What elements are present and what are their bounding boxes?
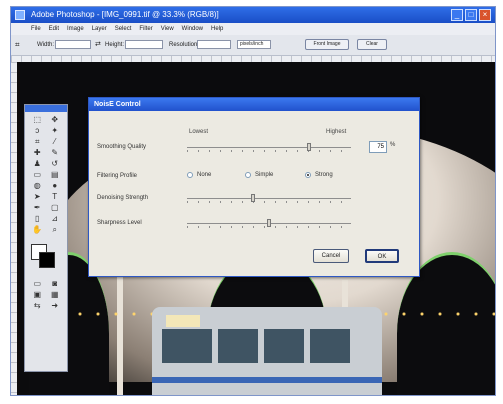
menu-view[interactable]: View	[161, 23, 174, 35]
shape-tool-icon[interactable]: ▢	[47, 203, 64, 213]
radio-indicator	[245, 172, 251, 178]
scale-low-label: Lowest	[189, 129, 209, 135]
tram-headlight	[166, 315, 200, 327]
radio-indicator	[187, 172, 193, 178]
history-brush-icon[interactable]: ↺	[47, 159, 64, 169]
blur-tool-icon[interactable]: ◍	[29, 181, 46, 191]
menu-layer[interactable]: Layer	[92, 23, 107, 35]
jump-to-imageready-icon[interactable]: ⇆	[29, 301, 46, 311]
sharpness-slider-thumb[interactable]	[267, 219, 271, 227]
denoising-slider-thumb[interactable]	[251, 194, 255, 202]
color-swatches[interactable]	[29, 242, 63, 272]
width-field[interactable]	[55, 40, 91, 49]
tram-image	[152, 307, 382, 395]
healing-brush-icon[interactable]: ✚	[29, 148, 46, 158]
cancel-button[interactable]: Cancel	[313, 249, 349, 263]
swap-icon[interactable]: ⇄	[95, 35, 101, 55]
eraser-tool-icon[interactable]: ▭	[29, 170, 46, 180]
resolution-field[interactable]	[197, 40, 231, 49]
quickmask-mode-icon[interactable]: ◙	[47, 279, 64, 289]
close-button[interactable]: ×	[479, 9, 491, 21]
percent-label: %	[390, 142, 396, 148]
menu-help[interactable]: Help	[211, 23, 223, 35]
pen-tool-icon[interactable]: ✒	[29, 203, 46, 213]
fullscreen-mode-icon[interactable]: ▦	[47, 290, 64, 300]
canopy-pillar	[117, 275, 123, 395]
tools-palette: ⬚ ✥ ↄ ✦ ⌗ ⁄ ✚ ✎ ♟ ↺ ▭ ▤ ◍ ● ➤ T ✒ ▢ ▯ ⊿ …	[24, 104, 68, 372]
smoothing-slider-thumb[interactable]	[307, 143, 311, 151]
eyedropper-icon[interactable]: ⊿	[47, 214, 64, 224]
gradient-tool-icon[interactable]: ▤	[47, 170, 64, 180]
mode-buttons: ▭ ◙ ▣ ▦ ⇆ ➜	[25, 276, 67, 314]
crop-tool-icon[interactable]: ⌗	[15, 35, 20, 55]
type-tool-icon[interactable]: T	[47, 192, 64, 202]
window-title: Adobe Photoshop - [IMG_0991.tif @ 33.3% …	[31, 10, 219, 19]
brush-tool-icon[interactable]: ✎	[47, 148, 64, 158]
menu-edit[interactable]: Edit	[49, 23, 59, 35]
dialog-title[interactable]: NoisE Control	[89, 98, 419, 111]
menu-select[interactable]: Select	[115, 23, 132, 35]
denoising-label: Denoising Strength	[97, 195, 149, 201]
front-image-button[interactable]: Front Image	[305, 39, 349, 50]
tram-stripe	[152, 377, 382, 383]
menu-file[interactable]: File	[31, 23, 41, 35]
width-label: Width:	[37, 42, 55, 48]
filtering-label: Filtering Profile	[97, 173, 138, 179]
denoising-slider[interactable]	[187, 194, 351, 203]
standard-mode-icon[interactable]: ▭	[29, 279, 46, 289]
tram-window	[310, 329, 350, 363]
move-tool-icon[interactable]: ✥	[47, 115, 64, 125]
ok-button[interactable]: OK	[365, 249, 399, 263]
resolution-unit-select[interactable]: pixels/inch	[237, 40, 271, 49]
background-color[interactable]	[39, 252, 55, 268]
radio-indicator	[305, 172, 311, 178]
lasso-tool-icon[interactable]: ↄ	[29, 126, 46, 136]
window-controls: _ □ ×	[451, 9, 491, 21]
crop-tool-icon[interactable]: ⌗	[29, 137, 46, 147]
resolution-label: Resolution:	[169, 42, 200, 48]
smoothing-label: Smoothing Quality	[97, 144, 147, 150]
tram-window	[264, 329, 304, 363]
tools-palette-header[interactable]	[25, 105, 67, 112]
zoom-tool-icon[interactable]: ⌕	[47, 225, 64, 235]
filter-strong-label: Strong	[315, 172, 333, 178]
dodge-tool-icon[interactable]: ●	[47, 181, 64, 191]
scale-high-label: Highest	[326, 129, 347, 135]
minimize-button[interactable]: _	[451, 9, 463, 21]
title-bar: Adobe Photoshop - [IMG_0991.tif @ 33.3% …	[11, 7, 495, 23]
sharpness-label: Sharpness Level	[97, 220, 142, 226]
height-label: Height:	[105, 42, 125, 48]
filter-simple-label: Simple	[255, 172, 274, 178]
stamp-tool-icon[interactable]: ♟	[29, 159, 46, 169]
smoothing-slider[interactable]	[187, 143, 351, 152]
menu-image[interactable]: Image	[67, 23, 84, 35]
tram-window	[162, 329, 212, 363]
sharpness-slider[interactable]	[187, 219, 351, 228]
slice-tool-icon[interactable]: ⁄	[47, 137, 64, 147]
magic-wand-icon[interactable]: ✦	[47, 126, 64, 136]
menu-filter[interactable]: Filter	[139, 23, 152, 35]
filter-simple-radio[interactable]: Simple	[245, 172, 273, 178]
path-select-icon[interactable]: ➤	[29, 192, 46, 202]
options-bar: ⌗ Width: ⇄ Height: Resolution: pixels/in…	[11, 35, 495, 56]
menu-window[interactable]: Window	[182, 23, 203, 35]
filter-none-radio[interactable]: None	[187, 172, 211, 178]
tram-window	[218, 329, 258, 363]
height-field[interactable]	[125, 40, 163, 49]
tools-grid: ⬚ ✥ ↄ ✦ ⌗ ⁄ ✚ ✎ ♟ ↺ ▭ ▤ ◍ ● ➤ T ✒ ▢ ▯ ⊿ …	[25, 112, 67, 238]
maximize-button[interactable]: □	[465, 9, 477, 21]
clear-button[interactable]: Clear	[357, 39, 387, 50]
filter-strong-radio[interactable]: Strong	[305, 172, 333, 178]
menu-bar: File Edit Image Layer Select Filter View…	[11, 23, 495, 35]
notes-tool-icon[interactable]: ▯	[29, 214, 46, 224]
smoothing-value-field[interactable]: 75	[369, 141, 387, 153]
app-icon	[15, 10, 25, 20]
filter-none-label: None	[197, 172, 212, 178]
screen-mode-icon[interactable]: ▣	[29, 290, 46, 300]
hand-tool-icon[interactable]: ✋	[29, 225, 46, 235]
marquee-tool-icon[interactable]: ⬚	[29, 115, 46, 125]
jump-arrow-icon[interactable]: ➜	[47, 301, 64, 311]
noise-control-dialog: NoisE Control Lowest Highest Smoothing Q…	[88, 97, 420, 277]
